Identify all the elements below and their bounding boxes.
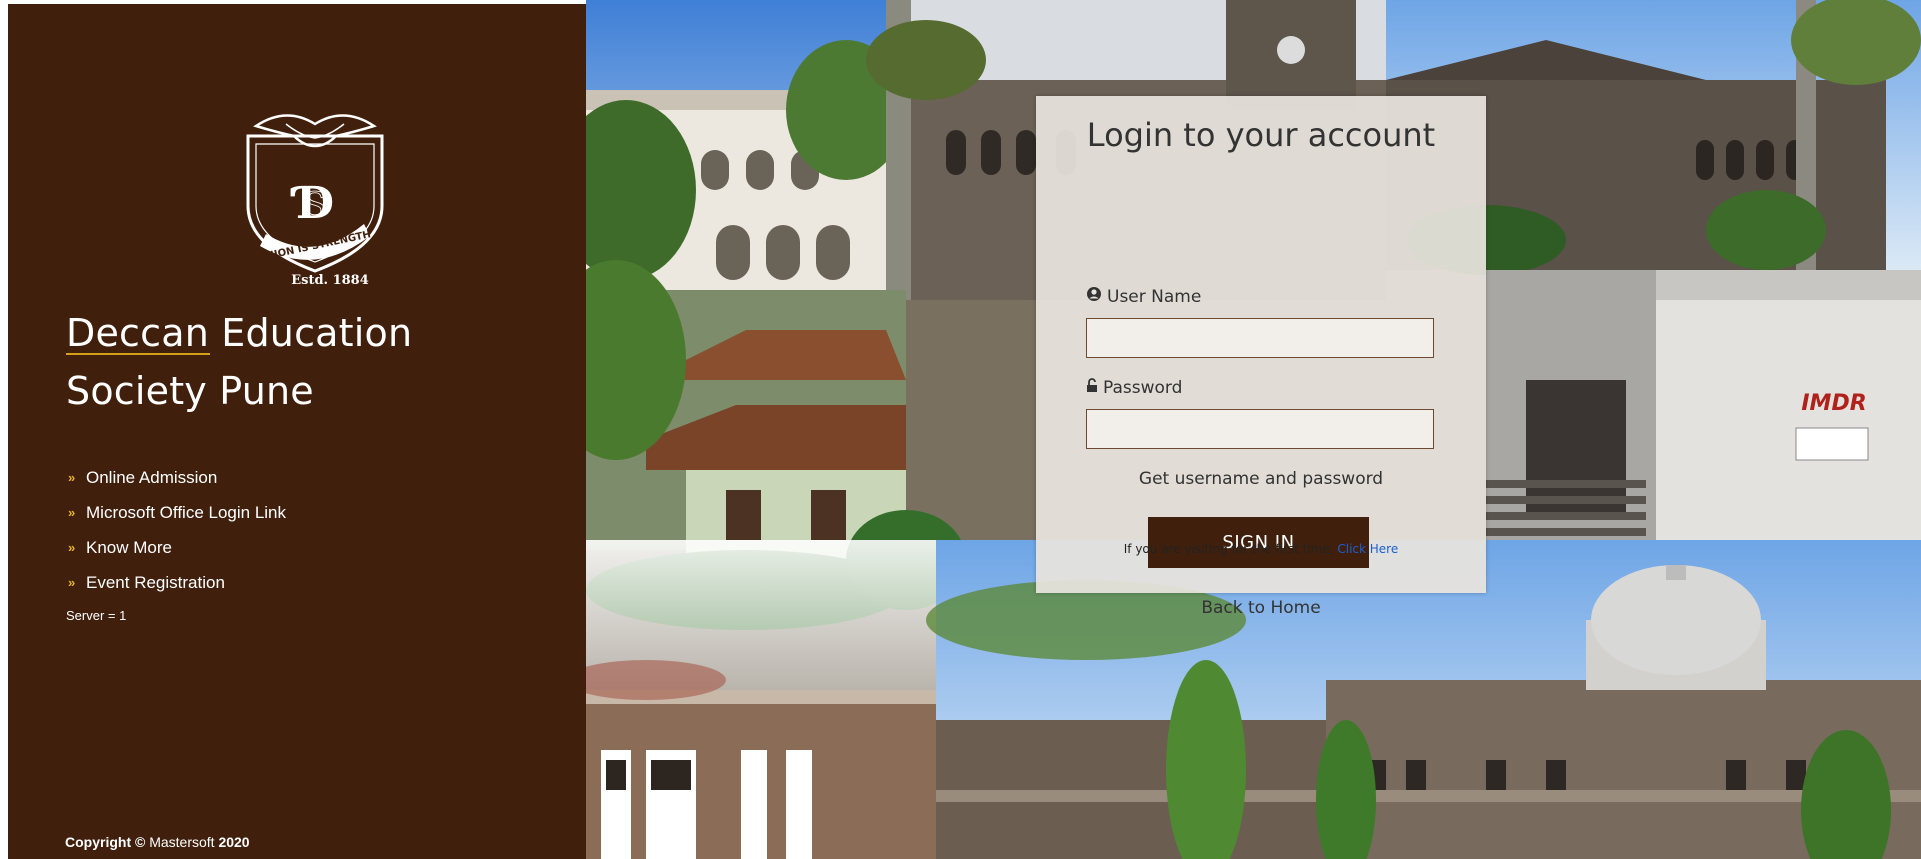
get-username-password-link[interactable]: Get username and password [1036,469,1486,489]
org-name-line2: Society Pune [66,369,314,413]
link-label: Know More [86,537,172,557]
microsoft-office-login-link[interactable]: » Microsoft Office Login Link [68,495,286,530]
username-label: User Name [1086,286,1201,307]
link-label: Microsoft Office Login Link [86,502,286,522]
des-crest-icon: Ɗ S UNION IS STRENGTH Estd. 1884 [246,114,384,288]
sidebar: Ɗ S UNION IS STRENGTH Estd. 1884 Deccan … [8,4,586,859]
double-chevron-right-icon: » [68,540,76,555]
username-label-text: User Name [1107,286,1202,307]
login-title: Login to your account [1086,116,1436,154]
double-chevron-right-icon: » [68,575,76,590]
password-input[interactable] [1086,409,1434,449]
double-chevron-right-icon: » [68,505,76,520]
imdr-sign: IMDR [1801,391,1866,416]
password-label-text: Password [1103,378,1183,398]
double-chevron-right-icon: » [68,470,76,485]
login-card: Login to your account User Name Password [1036,96,1486,618]
know-more-link[interactable]: » Know More [68,530,286,565]
link-label: Online Admission [86,467,218,487]
established-text: Estd. 1884 [291,273,369,286]
user-circle-icon [1086,286,1102,307]
org-name-underline [66,353,210,355]
first-time-text: If you are visiting for the first time, [1123,542,1334,556]
copyright-year: 2020 [218,834,250,850]
login-page: Ɗ S UNION IS STRENGTH Estd. 1884 Deccan … [0,0,1921,859]
copyright-brand: Mastersoft [149,834,215,850]
sidebar-links: » Online Admission » Microsoft Office Lo… [68,460,286,600]
link-label: Event Registration [86,572,225,592]
copyright: Copyright © Mastersoft 2020 [65,834,250,850]
password-label: Password [1086,378,1182,398]
first-time-visit-text: If you are visiting for the first time, … [1036,542,1486,556]
event-registration-link[interactable]: » Event Registration [68,565,286,600]
copyright-prefix: Copyright © [65,834,146,850]
svg-text:S: S [303,185,326,225]
organization-name: Deccan Education Society Pune [66,304,412,420]
username-input[interactable] [1086,318,1434,358]
click-here-link[interactable]: Click Here [1337,542,1398,556]
des-logo: Ɗ S UNION IS STRENGTH Estd. 1884 [226,96,404,288]
back-to-home-link[interactable]: Back to Home [1036,598,1486,618]
online-admission-link[interactable]: » Online Admission [68,460,286,495]
server-indicator: Server = 1 [66,608,127,623]
unlock-icon [1086,378,1098,398]
